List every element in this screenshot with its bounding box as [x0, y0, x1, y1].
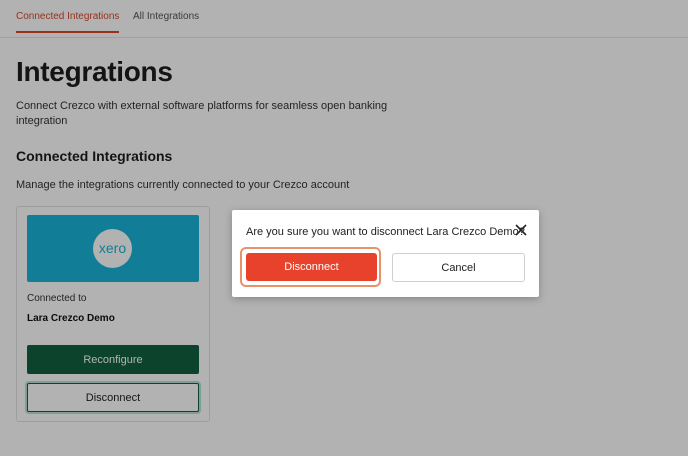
dialog-disconnect-button[interactable]: Disconnect [246, 253, 377, 281]
dialog-cancel-button[interactable]: Cancel [392, 253, 525, 282]
disconnect-confirm-dialog: Are you sure you want to disconnect Lara… [232, 210, 539, 297]
disconnect-button-focus-ring: Disconnect [240, 247, 381, 287]
close-icon[interactable] [513, 222, 529, 238]
close-icon-svg [515, 224, 527, 236]
dialog-message: Are you sure you want to disconnect Lara… [246, 226, 525, 238]
